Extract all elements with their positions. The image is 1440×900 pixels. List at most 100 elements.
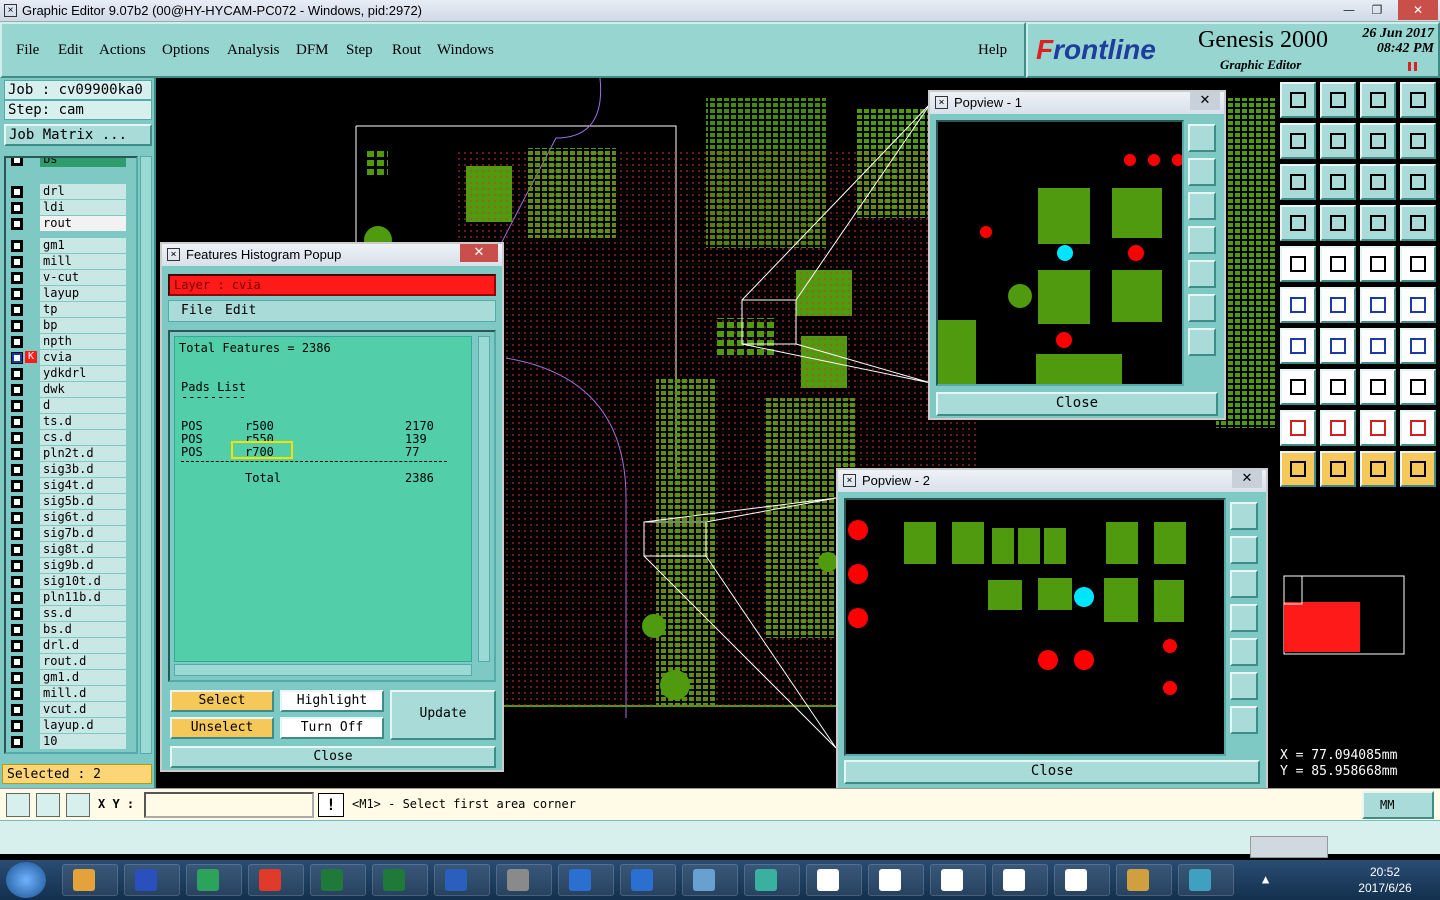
popview-2-zoom-out-button[interactable] [1230,672,1258,700]
layer-row[interactable]: tp [8,302,136,317]
layer-checkbox[interactable] [11,528,23,540]
angle-tool-button[interactable] [1280,328,1316,364]
popview-2-fit-button[interactable] [1230,706,1258,734]
layer-checkbox[interactable] [11,576,23,588]
xy-input[interactable] [144,792,314,818]
layer-row[interactable]: gm1.d [8,670,136,685]
home-tool-button[interactable] [1360,82,1396,118]
center-tool-button[interactable] [1320,164,1356,200]
layer-checkbox[interactable] [11,704,23,716]
layer-row[interactable]: ydkdrl [8,366,136,381]
layer-row[interactable]: pln2t.d [8,446,136,461]
add-line-tool-button[interactable] [1320,246,1356,282]
genesis-window-1[interactable] [806,864,862,896]
layer-checkbox[interactable] [11,368,23,380]
excel-task-2[interactable] [372,864,428,896]
tray-expand-icon[interactable]: ▲ [1262,872,1269,886]
grid-icon[interactable] [66,793,90,817]
menu-actions[interactable]: Actions [99,42,146,59]
update-button[interactable]: Update [390,690,496,740]
popview-2-pan-left-button[interactable] [1230,604,1258,632]
layer-checkbox[interactable] [11,496,23,508]
histogram-menu-file[interactable]: File [181,301,212,321]
layer-checkbox[interactable] [11,560,23,572]
menu-edit[interactable]: Edit [58,42,83,59]
excel-task-1[interactable] [310,864,366,896]
layer-row[interactable]: ldi [8,200,136,215]
layer-row[interactable]: pln11b.d [8,590,136,605]
grid-tool-button[interactable] [1320,205,1356,241]
layer-checkbox[interactable] [11,480,23,492]
layer-row[interactable]: d [8,398,136,413]
layer-checkbox[interactable] [11,416,23,428]
layer-row[interactable]: ss.d [8,606,136,621]
snap-icon[interactable] [6,793,30,817]
units-selector[interactable]: MM [1362,791,1434,819]
frontline-task-1[interactable] [558,864,614,896]
layer-checkbox[interactable] [11,720,23,732]
layer-checkbox[interactable] [11,464,23,476]
layer-row[interactable]: sig5b.d [8,494,136,509]
layer-row[interactable]: sig7b.d [8,526,136,541]
popview-1-close-button[interactable]: Close [936,392,1218,416]
layer-row[interactable]: ts.d [8,414,136,429]
layer-row[interactable]: bp [8,318,136,333]
layer-row[interactable]: gm1 [8,238,136,253]
rotate-tool-button[interactable] [1360,328,1396,364]
layer-row[interactable]: sig10t.d [8,574,136,589]
frontline-p-task[interactable] [186,864,242,896]
layer-row[interactable]: sig6t.d [8,510,136,525]
start-button[interactable] [6,862,46,898]
menu-file[interactable]: File [16,42,39,59]
clock[interactable]: 20:52 2017/6/26 [1350,864,1420,896]
add-pad-tool-button[interactable] [1280,246,1316,282]
layer-checkbox[interactable] [11,272,23,284]
measure-tool-button[interactable] [1360,369,1396,405]
frontline-task-2[interactable] [620,864,676,896]
snap-tool-button[interactable] [1400,123,1436,159]
layer-row[interactable]: drl [8,184,136,199]
popview-1-pan-right-button[interactable] [1188,260,1216,288]
layer-checkbox[interactable] [11,240,23,252]
histogram-close-x[interactable]: ✕ [460,244,498,262]
genesis-task[interactable] [248,864,304,896]
layer-checkbox[interactable] [11,688,23,700]
layer-b-tool-button[interactable] [1400,205,1436,241]
layer-checkbox[interactable] [11,352,23,364]
menu-rout[interactable]: Rout [392,42,421,59]
layer-checkbox[interactable] [11,512,23,524]
command-line-bar[interactable] [0,820,1440,854]
menu-analysis[interactable]: Analysis [227,42,280,59]
histogram-vscroll[interactable] [478,336,490,662]
ruler-tool-button[interactable] [1360,246,1396,282]
popview-1-zoom-out-button[interactable] [1188,294,1216,322]
layer-checkbox[interactable] [11,304,23,316]
layer-row[interactable]: v-cut [8,270,136,285]
maximize-button[interactable]: ❐ [1364,0,1390,20]
menu-options[interactable]: Options [162,42,210,59]
copy-tool-button[interactable] [1400,287,1436,323]
editor-task[interactable] [1116,864,1172,896]
layer-list-scrollbar[interactable] [140,156,152,754]
alert-icon[interactable]: ! [318,793,344,817]
layer-row[interactable]: layup [8,286,136,301]
layer-row[interactable]: sig9b.d [8,558,136,573]
layer-row[interactable]: mill.d [8,686,136,701]
popview-2-close-x[interactable]: ✕ [1232,470,1262,488]
layer-checkbox[interactable] [11,624,23,636]
genesis-window-5[interactable] [1054,864,1110,896]
floppy-task[interactable] [124,864,180,896]
layer-checkbox[interactable] [11,736,23,748]
tools-task[interactable] [496,864,552,896]
layer-checkbox[interactable] [11,608,23,620]
popview-2-pan-right-button[interactable] [1230,638,1258,666]
settings-tool-button[interactable] [1280,205,1316,241]
line-tool-button[interactable] [1320,328,1356,364]
layer-row[interactable]: mill [8,254,136,269]
layer-checkbox[interactable] [11,158,23,166]
layer-checkbox[interactable] [11,320,23,332]
layer-row[interactable]: sig4t.d [8,478,136,493]
layer-row[interactable]: bs [8,158,136,167]
histogram-menu-edit[interactable]: Edit [225,301,256,321]
menu-help[interactable]: Help [978,42,1007,59]
